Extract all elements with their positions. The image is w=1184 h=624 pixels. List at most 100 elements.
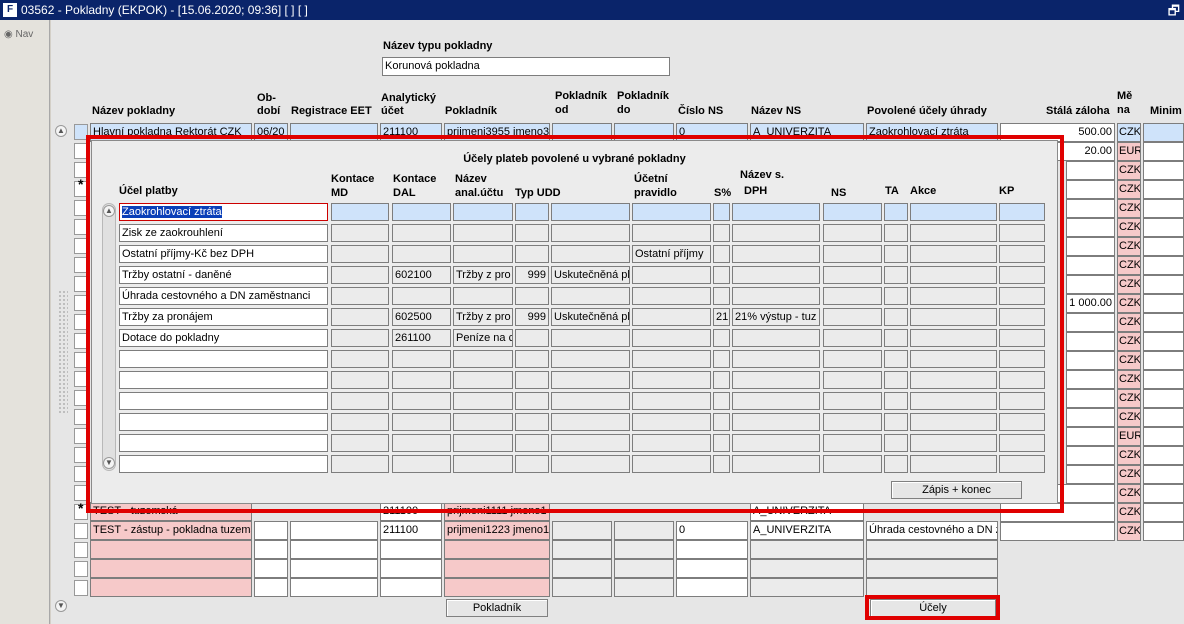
grid-cell-nazev[interactable] (90, 578, 252, 597)
grid-cell-zaloha[interactable] (1066, 199, 1115, 218)
grid-cell-cislo-ns[interactable] (676, 559, 748, 578)
grid-scroll-down-icon[interactable]: ▼ (55, 600, 67, 612)
grid-cell-zaloha[interactable] (1066, 408, 1115, 427)
grid-cell-nazev-ns[interactable] (750, 540, 864, 559)
grid-cell-eet[interactable] (290, 578, 378, 597)
grid-cell-minim[interactable] (1143, 218, 1184, 237)
grid-cell-zaloha[interactable]: 1 000.00 (1066, 294, 1115, 313)
grid-cell-mena[interactable]: CZK (1117, 294, 1141, 313)
grid-cell-zaloha[interactable] (1066, 446, 1115, 465)
grid-cell-do[interactable] (614, 559, 674, 578)
grid-cell-minim[interactable] (1143, 351, 1184, 370)
grid-cell-minim[interactable] (1143, 465, 1184, 484)
grid-cell-zaloha[interactable] (1066, 237, 1115, 256)
grid-cell-zaloha[interactable] (1066, 218, 1115, 237)
grid-cell-nazev-ns[interactable] (750, 559, 864, 578)
grid-cell-mena[interactable]: CZK (1117, 389, 1141, 408)
row-marker[interactable] (74, 542, 88, 558)
grid-cell-mena[interactable]: EUR (1117, 427, 1141, 446)
grid-cell-mena[interactable]: CZK (1117, 332, 1141, 351)
grid-cell-minim[interactable] (1143, 123, 1184, 142)
grid-cell-minim[interactable] (1143, 522, 1184, 541)
grid-cell-mena[interactable]: CZK (1117, 446, 1141, 465)
grid-cell-minim[interactable] (1143, 332, 1184, 351)
grid-cell-zaloha[interactable] (1066, 427, 1115, 446)
grid-cell-minim[interactable] (1143, 199, 1184, 218)
grid-cell-ucely[interactable]: Úhrada cestovného a DN zaměstnanci (866, 521, 998, 540)
grid-cell-eet[interactable] (290, 540, 378, 559)
grid-cell-od[interactable] (552, 540, 612, 559)
grid-cell-cislo-ns[interactable]: 0 (676, 521, 748, 540)
grid-cell-zaloha[interactable] (1066, 332, 1115, 351)
grid-cell-zaloha[interactable] (1066, 161, 1115, 180)
grid-cell-minim[interactable] (1143, 237, 1184, 256)
grid-cell-ucet[interactable]: 211100 (380, 521, 442, 540)
grid-cell-obdobi[interactable] (254, 540, 288, 559)
grid-cell-ucet[interactable] (380, 540, 442, 559)
grid-cell-do[interactable] (614, 521, 674, 540)
grid-cell-ucely[interactable] (866, 559, 998, 578)
grid-cell-minim[interactable] (1143, 408, 1184, 427)
grid-cell-zaloha[interactable] (1066, 313, 1115, 332)
cash-type-field[interactable]: Korunová pokladna (382, 57, 670, 76)
grid-scroll-up-icon[interactable]: ▲ (55, 125, 67, 137)
grid-cell-mena[interactable]: CZK (1117, 484, 1141, 503)
grid-cell-minim[interactable] (1143, 256, 1184, 275)
grid-cell-pokladnik[interactable]: prijmeni1223 jmeno12 (444, 521, 550, 540)
grid-cell-do[interactable] (614, 540, 674, 559)
row-marker[interactable] (74, 523, 88, 539)
nav-toggle[interactable]: ◉ Nav (4, 29, 33, 40)
grid-cell-od[interactable] (552, 559, 612, 578)
grid-cell-minim[interactable] (1143, 427, 1184, 446)
grid-cell-mena[interactable]: CZK (1117, 218, 1141, 237)
grid-cell-minim[interactable] (1143, 180, 1184, 199)
grid-cell-pokladnik[interactable] (444, 578, 550, 597)
grid-cell-eet[interactable] (290, 559, 378, 578)
grid-scrollbar-grip[interactable] (58, 290, 68, 415)
grid-cell-minim[interactable] (1143, 294, 1184, 313)
row-marker[interactable] (74, 561, 88, 577)
grid-cell-mena[interactable]: EUR (1117, 142, 1141, 161)
grid-cell-nazev-ns[interactable]: A_UNIVERZITA (750, 521, 864, 540)
grid-cell-cislo-ns[interactable] (676, 540, 748, 559)
grid-cell-minim[interactable] (1143, 142, 1184, 161)
grid-cell-minim[interactable] (1143, 161, 1184, 180)
grid-cell-zaloha[interactable] (1066, 351, 1115, 370)
grid-cell-zaloha[interactable] (1066, 465, 1115, 484)
grid-cell-do[interactable] (614, 578, 674, 597)
grid-cell-nazev[interactable] (90, 559, 252, 578)
grid-cell-mena[interactable]: CZK (1117, 408, 1141, 427)
grid-cell-mena[interactable]: CZK (1117, 275, 1141, 294)
grid-cell-mena[interactable]: CZK (1117, 370, 1141, 389)
grid-cell-zaloha[interactable] (1066, 370, 1115, 389)
grid-cell-pokladnik[interactable] (444, 559, 550, 578)
grid-cell-zaloha[interactable] (1066, 256, 1115, 275)
grid-cell-pokladnik[interactable] (444, 540, 550, 559)
grid-cell-od[interactable] (552, 578, 612, 597)
grid-cell-mena[interactable]: CZK (1117, 199, 1141, 218)
grid-cell-mena[interactable]: CZK (1117, 161, 1141, 180)
grid-cell-zaloha[interactable] (1066, 275, 1115, 294)
grid-cell-minim[interactable] (1143, 275, 1184, 294)
grid-cell-minim[interactable] (1143, 484, 1184, 503)
grid-cell-mena[interactable]: CZK (1117, 522, 1141, 541)
grid-cell-mena[interactable]: CZK (1117, 256, 1141, 275)
grid-cell-mena[interactable]: CZK (1117, 313, 1141, 332)
grid-cell-mena[interactable]: CZK (1117, 237, 1141, 256)
grid-cell-mena[interactable]: CZK (1117, 503, 1141, 522)
grid-cell-eet[interactable] (290, 521, 378, 540)
grid-cell-cislo-ns[interactable] (676, 578, 748, 597)
grid-cell-ucely[interactable] (866, 540, 998, 559)
grid-cell-mena[interactable]: CZK (1117, 123, 1141, 142)
grid-cell-od[interactable] (552, 521, 612, 540)
grid-cell-minim[interactable] (1143, 446, 1184, 465)
row-marker[interactable] (74, 580, 88, 596)
grid-cell-mena[interactable]: CZK (1117, 351, 1141, 370)
grid-cell-zaloha[interactable] (1066, 180, 1115, 199)
grid-cell-mena[interactable]: CZK (1117, 180, 1141, 199)
grid-cell-mena[interactable]: CZK (1117, 465, 1141, 484)
grid-cell-minim[interactable] (1143, 313, 1184, 332)
grid-cell-minim[interactable] (1143, 503, 1184, 522)
grid-cell-ucet[interactable] (380, 578, 442, 597)
grid-cell-nazev[interactable]: TEST - zástup - pokladna tuzemská (90, 521, 252, 540)
